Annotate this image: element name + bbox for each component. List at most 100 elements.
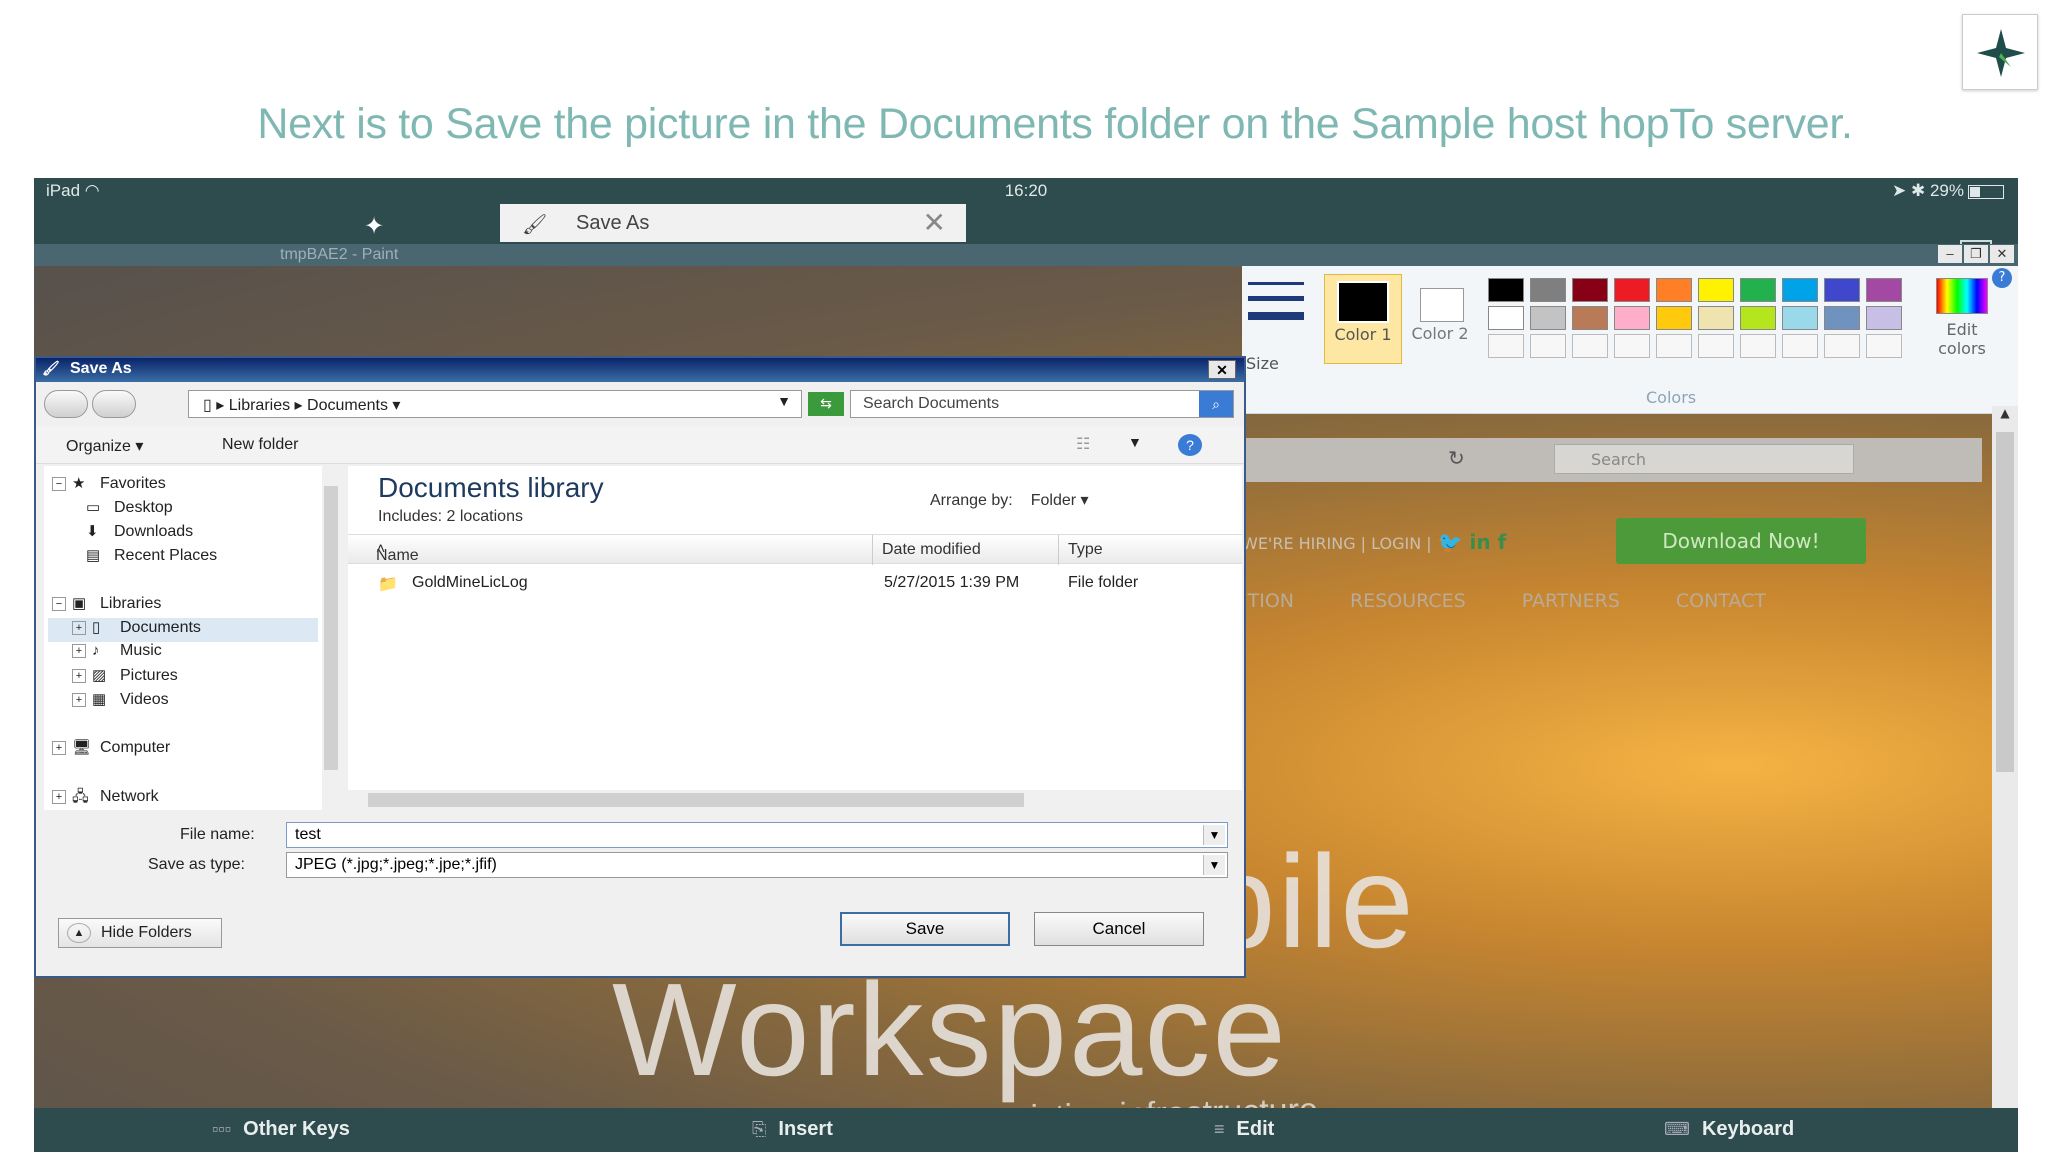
edit-colors-button[interactable]: Edit colors <box>1922 278 2002 358</box>
cancel-button[interactable]: Cancel <box>1034 912 1204 946</box>
collapse-icon[interactable]: − <box>52 476 66 491</box>
minimize-button[interactable]: – <box>1938 245 1962 263</box>
palette-swatch-empty[interactable] <box>1740 334 1776 358</box>
nav-computer[interactable]: + 🖥 Computer <box>52 738 170 757</box>
palette-swatch-empty[interactable] <box>1698 334 1734 358</box>
dialog-close-button[interactable]: ✕ <box>1208 360 1236 379</box>
nav-recent-places[interactable]: ▤ Recent Places <box>86 546 217 565</box>
organize-button[interactable]: Organize ▾ <box>66 436 143 456</box>
expand-icon[interactable]: + <box>72 620 86 635</box>
save-button[interactable]: Save <box>840 912 1010 946</box>
address-dropdown-icon[interactable]: ▼ <box>777 393 791 409</box>
nav-videos[interactable]: + ▦ Videos <box>72 690 169 709</box>
file-name-input[interactable]: test ▼ <box>286 822 1228 848</box>
nav-libraries[interactable]: − ▣ Libraries <box>52 594 161 613</box>
collapse-icon[interactable]: − <box>52 596 66 611</box>
color1-button[interactable]: Color 1 <box>1324 274 1402 364</box>
palette-swatch-empty[interactable] <box>1824 334 1860 358</box>
view-dropdown-icon[interactable]: ▼ <box>1128 434 1142 450</box>
palette-swatch[interactable] <box>1572 306 1608 330</box>
refresh-button[interactable]: ⇆ <box>808 392 844 416</box>
palette-swatch[interactable] <box>1614 278 1650 302</box>
palette-swatch[interactable] <box>1488 278 1524 302</box>
palette-swatch[interactable] <box>1698 278 1734 302</box>
search-icon[interactable]: ⌕ <box>1199 391 1233 417</box>
nav-favorites[interactable]: − ★ Favorites <box>52 474 166 493</box>
nav-network[interactable]: + 🖧 Network <box>52 786 159 811</box>
nav-scroll-thumb[interactable] <box>324 486 338 770</box>
save-as-type-dropdown-icon[interactable]: ▼ <box>1203 855 1225 875</box>
nav-pictures[interactable]: + ▨ Pictures <box>72 666 178 685</box>
expand-icon[interactable]: + <box>52 789 66 804</box>
palette-swatch[interactable] <box>1866 278 1902 302</box>
back-button[interactable] <box>44 390 88 418</box>
file-name-dropdown-icon[interactable]: ▼ <box>1203 825 1225 845</box>
palette-swatch-empty[interactable] <box>1614 334 1650 358</box>
expand-icon[interactable]: + <box>72 643 86 658</box>
palette-swatch[interactable] <box>1824 278 1860 302</box>
expand-icon[interactable]: + <box>72 668 86 683</box>
library-includes[interactable]: Includes: 2 locations <box>378 508 523 526</box>
save-as-type-select[interactable]: JPEG (*.jpg;*.jpeg;*.jpe;*.jfif) ▼ <box>286 852 1228 878</box>
palette-swatch[interactable] <box>1488 306 1524 330</box>
new-folder-button[interactable]: New folder <box>222 436 298 454</box>
palette-swatch[interactable] <box>1824 306 1860 330</box>
hide-folders-button[interactable]: ▲ Hide Folders <box>58 918 222 948</box>
nav-downloads[interactable]: ⬇ Downloads <box>86 522 193 541</box>
maximize-button[interactable]: ❐ <box>1964 245 1988 263</box>
color2-button[interactable]: Color 2 <box>1408 274 1472 364</box>
view-options-icon[interactable]: ☷ <box>1076 434 1090 454</box>
palette-swatch-empty[interactable] <box>1656 334 1692 358</box>
nav-desktop[interactable]: ▭ Desktop <box>86 498 173 517</box>
palette-swatch[interactable] <box>1614 306 1650 330</box>
file-list-horizontal-scrollbar[interactable] <box>348 790 1242 810</box>
nav-documents[interactable]: + ▯ Documents <box>72 618 201 637</box>
palette-swatch[interactable] <box>1782 278 1818 302</box>
palette-swatch[interactable] <box>1782 306 1818 330</box>
table-row[interactable]: 📁 GoldMineLicLog 5/27/2015 1:39 PM File … <box>348 570 1242 598</box>
help-icon[interactable]: ? <box>1178 434 1202 456</box>
scroll-up-arrow[interactable]: ▲ <box>1992 406 2018 426</box>
tab-save-as[interactable]: 🖌 Save As ✕ <box>500 204 966 242</box>
palette-swatch[interactable] <box>1530 278 1566 302</box>
palette-swatch[interactable] <box>1656 306 1692 330</box>
arrange-by[interactable]: Arrange by: Folder ▾ <box>930 490 1089 510</box>
palette-swatch-empty[interactable] <box>1866 334 1902 358</box>
palette-swatch[interactable] <box>1656 278 1692 302</box>
expand-icon[interactable]: + <box>52 740 66 755</box>
palette-swatch[interactable] <box>1740 278 1776 302</box>
palette-swatch-empty[interactable] <box>1572 334 1608 358</box>
line-size-icon[interactable] <box>1248 274 1304 350</box>
palette-swatch[interactable] <box>1530 306 1566 330</box>
breadcrumb-libraries[interactable]: Libraries <box>229 397 290 414</box>
column-type[interactable]: Type <box>1068 541 1103 559</box>
ribbon-help-icon[interactable]: ? <box>1992 268 2012 288</box>
close-window-button[interactable]: ✕ <box>1990 245 2014 263</box>
edit-button[interactable]: ≡ Edit <box>1214 1118 1274 1141</box>
search-documents-input[interactable]: Search Documents ⌕ <box>850 390 1234 418</box>
close-tab-icon[interactable]: ✕ <box>923 206 946 239</box>
address-bar[interactable]: ▯ ▸ Libraries ▸ Documents ▾ ▼ <box>188 390 802 418</box>
insert-button[interactable]: ⎘ Insert <box>752 1118 833 1141</box>
palette-swatch[interactable] <box>1572 278 1608 302</box>
palette-swatch[interactable] <box>1866 306 1902 330</box>
arrange-by-value[interactable]: Folder <box>1031 492 1076 509</box>
hscroll-thumb[interactable] <box>368 793 1024 807</box>
keyboard-button[interactable]: ⌨ Keyboard <box>1664 1118 1794 1141</box>
column-date-modified[interactable]: Date modified <box>882 541 981 559</box>
palette-swatch-empty[interactable] <box>1782 334 1818 358</box>
breadcrumb-documents[interactable]: Documents <box>307 397 388 414</box>
forward-button[interactable] <box>92 390 136 418</box>
scroll-thumb[interactable] <box>1996 432 2014 772</box>
nav-music[interactable]: + ♪ Music <box>72 642 162 660</box>
expand-icon[interactable]: + <box>72 692 86 707</box>
other-keys-button[interactable]: ▫▫▫ Other Keys <box>212 1118 350 1141</box>
nav-pane-scrollbar[interactable] <box>322 466 340 810</box>
palette-swatch[interactable] <box>1740 306 1776 330</box>
hopto-home-icon[interactable]: ✦ <box>364 212 384 240</box>
column-name[interactable]: Name ˄ <box>376 541 419 564</box>
canvas-vertical-scrollbar[interactable]: ▲ ▼ <box>1992 406 2018 1126</box>
palette-swatch-empty[interactable] <box>1488 334 1524 358</box>
palette-swatch-empty[interactable] <box>1530 334 1566 358</box>
palette-swatch[interactable] <box>1698 306 1734 330</box>
